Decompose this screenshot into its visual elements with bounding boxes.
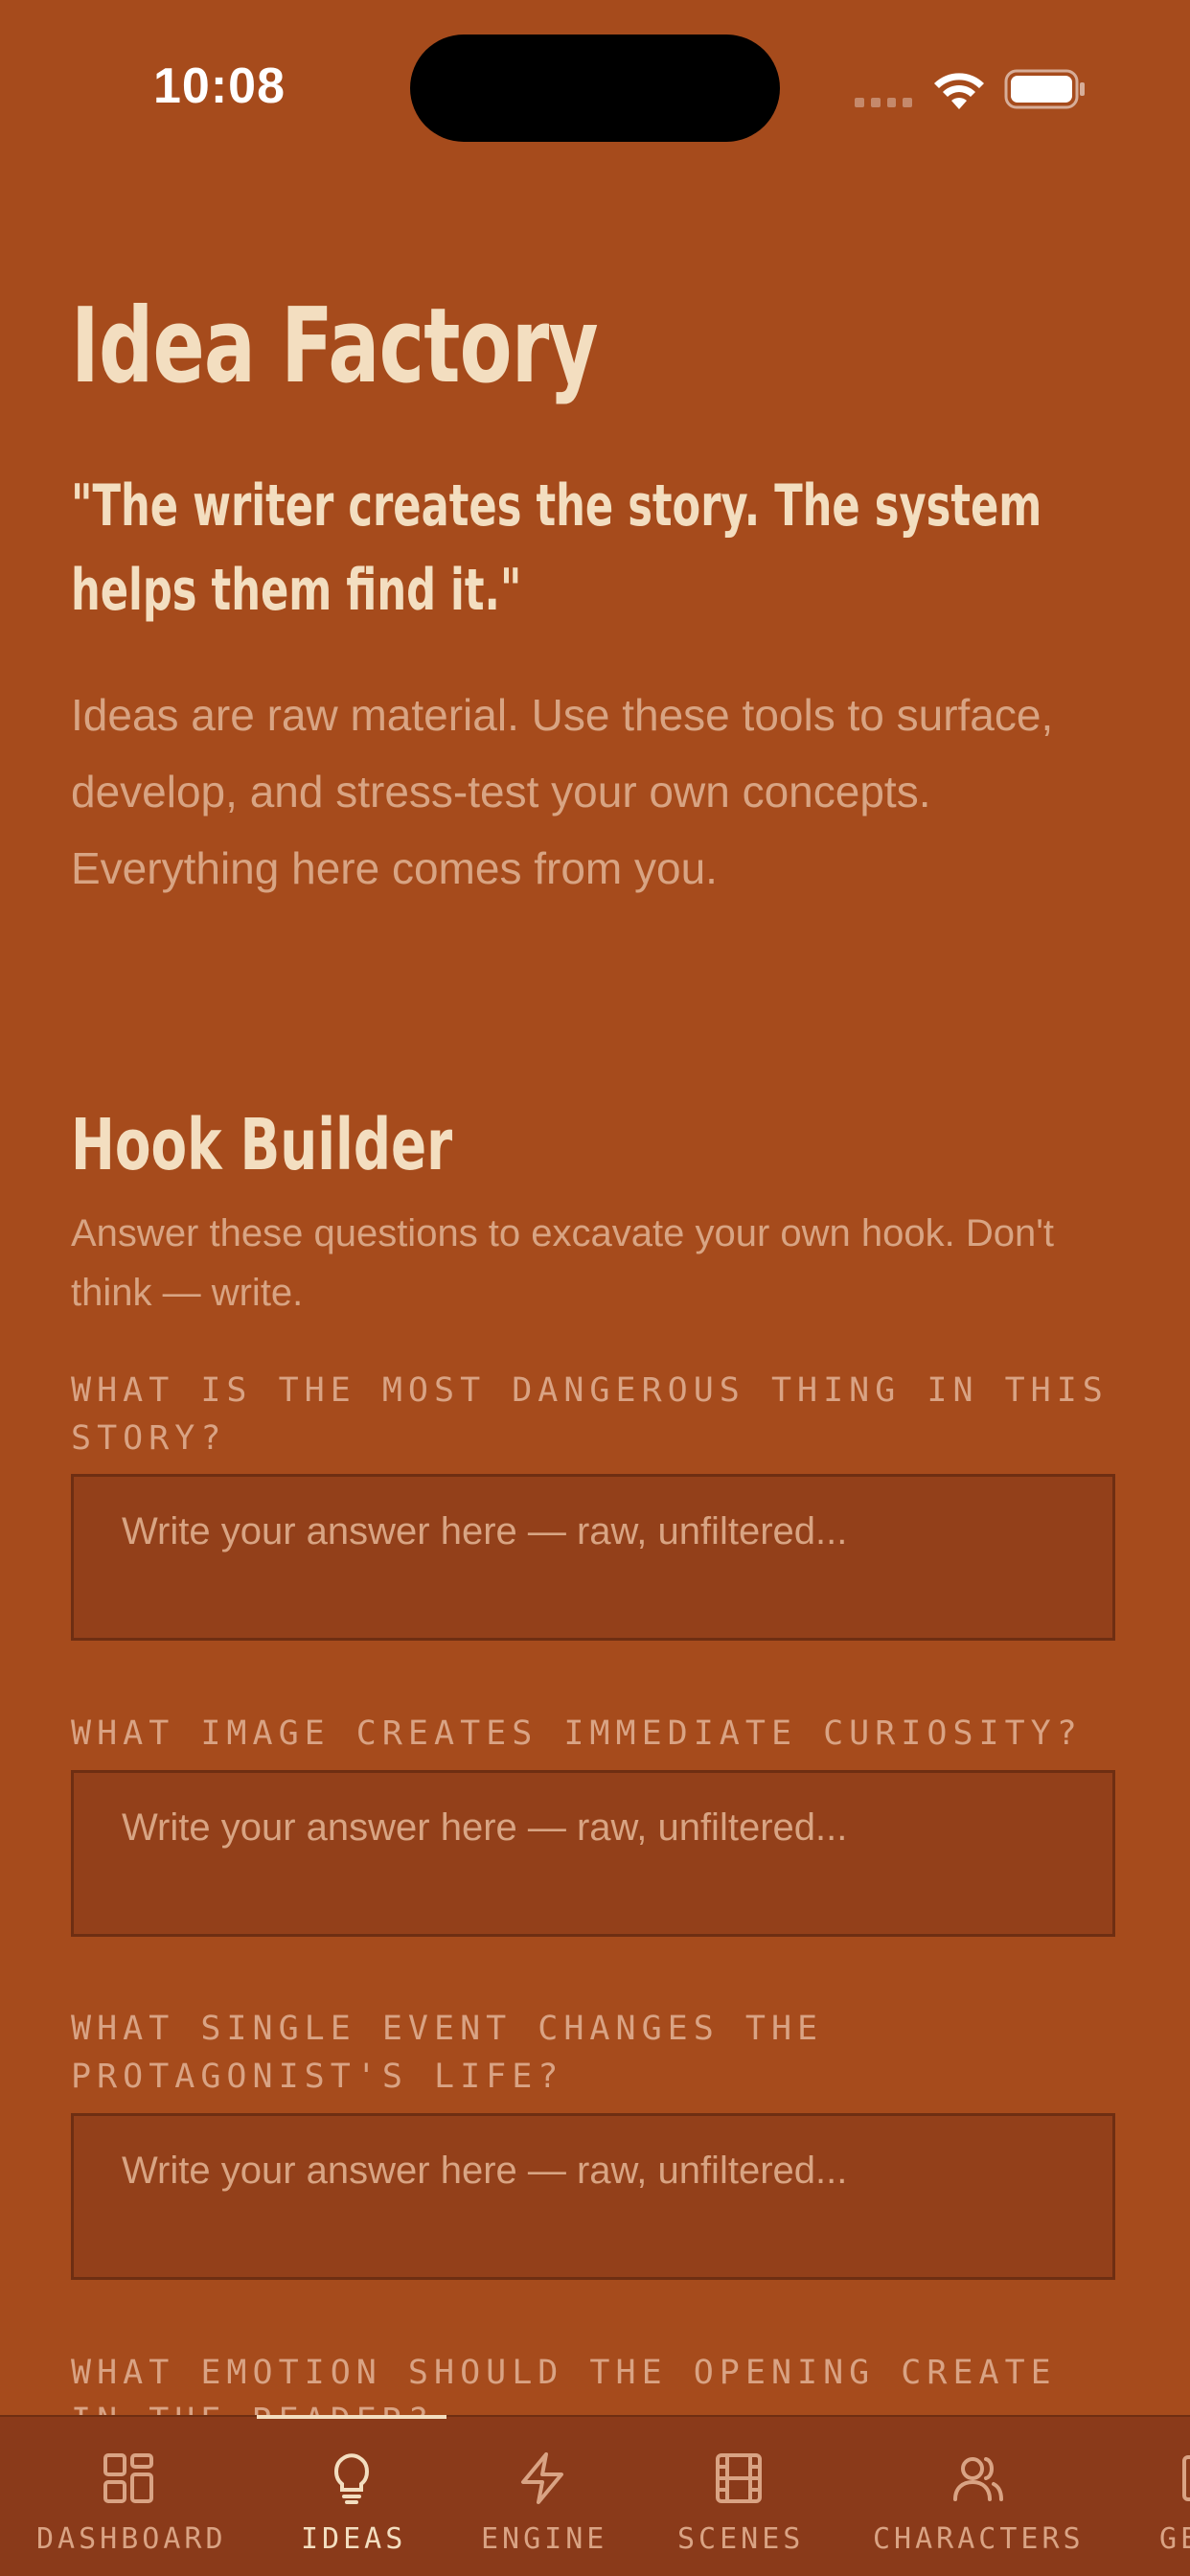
tab-label: SCENES [677,2522,805,2556]
tab-label: CHARACTERS [873,2522,1085,2556]
tab-label: ENGINE [481,2522,608,2556]
tab-characters[interactable]: CHARACTERS [839,2417,1117,2576]
tab-label: IDEAS [301,2522,407,2556]
page-title: Idea Factory [71,287,599,406]
dashboard-grid-icon [103,2453,153,2503]
tab-ideas[interactable]: IDEAS [257,2417,446,2576]
status-bar: 10:08 [0,0,1190,172]
battery-icon [1004,69,1085,109]
lightbulb-icon [334,2453,369,2504]
tab-scenes[interactable]: SCENES [638,2417,839,2576]
page-quote: "The writer creates the story. The syste… [71,472,1042,624]
tab-partial[interactable]: GE [1117,2417,1190,2576]
answer-placeholder: Write your answer here — raw, unfiltered… [122,1510,848,1552]
tab-label: DASHBOARD [36,2522,227,2556]
question-label: What image creates immediate curiosity? [71,1714,1083,1753]
tab-engine[interactable]: ENGINE [446,2417,638,2576]
hook-builder-description: Answer these questions to excavate your … [71,1212,1054,1314]
answer-textarea[interactable]: Write your answer here — raw, unfiltered… [71,1770,1115,1937]
answer-placeholder: Write your answer here — raw, unfiltered… [122,2150,848,2192]
users-icon [953,2457,1003,2501]
tab-bar: DASHBOARD IDEAS ENGINE SCENES CHARACTERS… [0,2415,1190,2576]
cellular-signal-icon [855,98,912,107]
active-tab-indicator [257,2415,446,2419]
tab-dashboard[interactable]: DASHBOARD [0,2417,257,2576]
wifi-icon [934,73,984,109]
question-label: What single event changes the protagonis… [71,2010,824,2096]
answer-textarea[interactable]: Write your answer here — raw, unfiltered… [71,1474,1115,1641]
lightning-bolt-icon [521,2452,563,2504]
film-strip-icon [716,2453,762,2503]
page-intro: Ideas are raw material. Use these tools … [71,690,1054,893]
tab-label: GE [1159,2522,1190,2556]
status-time: 10:08 [153,58,286,114]
partial-icon [1182,2455,1190,2501]
question-label: What is the most dangerous thing in this… [71,1371,1109,1458]
hook-builder-title: Hook Builder [71,1104,453,1186]
answer-textarea[interactable]: Write your answer here — raw, unfiltered… [71,2113,1115,2280]
answer-placeholder: Write your answer here — raw, unfiltered… [122,1806,848,1849]
dynamic-island [410,34,780,142]
